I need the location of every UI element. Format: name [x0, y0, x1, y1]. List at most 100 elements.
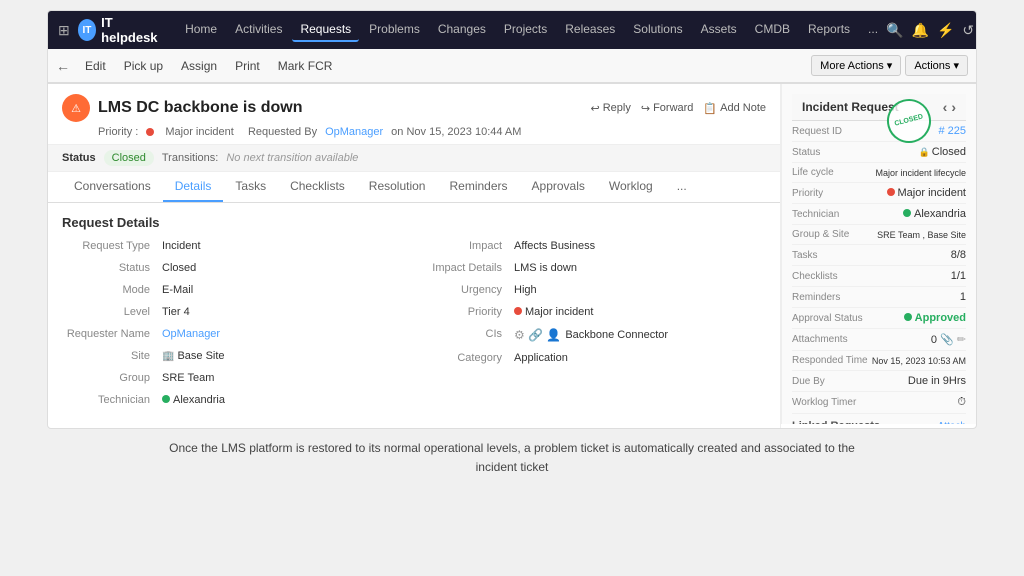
tab-resolution[interactable]: Resolution — [357, 172, 438, 202]
incident-header: ⚠ LMS DC backbone is down ↩ Reply ↪ Forw… — [48, 84, 780, 145]
detail-level: Level Tier 4 — [62, 306, 414, 318]
detail-priority: Priority Major incident — [414, 306, 766, 318]
priority-value: Major incident — [165, 126, 233, 138]
nav-more[interactable]: ... — [860, 18, 886, 42]
rp-group-site: Group & Site SRE Team , Base Site — [792, 225, 966, 245]
tab-more[interactable]: ... — [665, 172, 699, 202]
markfcr-button[interactable]: Mark FCR — [270, 56, 341, 76]
no-transition-text: No next transition available — [226, 152, 358, 164]
history-icon[interactable]: ↺ — [962, 22, 974, 39]
toolbar: ← Edit Pick up Assign Print Mark FCR Mor… — [48, 49, 976, 83]
site-icon: 🏢 — [162, 351, 174, 362]
status-bar-label: Status — [62, 152, 96, 164]
nav-cmdb[interactable]: CMDB — [747, 18, 798, 42]
assign-button[interactable]: Assign — [173, 56, 225, 76]
print-button[interactable]: Print — [227, 56, 268, 76]
detail-site: Site 🏢Base Site — [62, 350, 414, 362]
detail-technician: Technician Alexandria — [62, 394, 414, 406]
forward-button[interactable]: ↪ Forward — [641, 102, 694, 115]
logo-text: IT helpdesk — [101, 15, 161, 45]
request-details-section: Request Details Request Type Incident St… — [48, 203, 780, 428]
transitions-label: Transitions: — [162, 152, 218, 164]
pickup-button[interactable]: Pick up — [116, 56, 171, 76]
rp-reminders: Reminders 1 — [792, 287, 966, 308]
incident-title-row: ⚠ LMS DC backbone is down ↩ Reply ↪ Forw… — [62, 94, 766, 122]
bell-icon[interactable]: 🔔 — [912, 22, 929, 39]
tabs: Conversations Details Tasks Checklists R… — [48, 172, 780, 203]
status-bar: Status Closed Transitions: No next trans… — [48, 145, 780, 172]
rp-technician: Technician Alexandria — [792, 204, 966, 225]
rp-priority: Priority Major incident — [792, 183, 966, 204]
detail-urgency: Urgency High — [414, 284, 766, 296]
incident-actions: ↩ Reply ↪ Forward 📋 Add Note — [591, 102, 766, 115]
lightning-icon[interactable]: ⚡ — [937, 22, 954, 39]
details-left-col: Request Type Incident Status Closed Mode… — [62, 240, 414, 416]
rp-priority-dot — [887, 188, 895, 196]
nav-requests[interactable]: Requests — [292, 18, 359, 42]
nav-changes[interactable]: Changes — [430, 18, 494, 42]
nav-activities[interactable]: Activities — [227, 18, 290, 42]
priority-dot — [146, 128, 154, 136]
caption: Once the LMS platform is restored to its… — [162, 439, 862, 477]
back-button[interactable]: ← — [56, 58, 70, 74]
search-icon[interactable]: 🔍 — [886, 22, 903, 39]
tab-details[interactable]: Details — [163, 172, 224, 202]
detail-impact-details: Impact Details LMS is down — [414, 262, 766, 274]
priority-dot-right — [514, 307, 522, 315]
add-note-button[interactable]: 📋 Add Note — [703, 102, 766, 115]
edit-button[interactable]: Edit — [77, 56, 114, 76]
logo-icon: IT — [78, 19, 96, 41]
linked-requests-header: Linked Requests Attach — [792, 420, 966, 424]
ci-icons: ⚙ 🔗 👤 — [514, 328, 561, 342]
toolbar-right: More Actions ▾ Actions ▾ — [811, 55, 968, 76]
approved-dot — [904, 313, 912, 321]
tab-checklists[interactable]: Checklists — [278, 172, 357, 202]
nav-projects[interactable]: Projects — [496, 18, 555, 42]
reply-button[interactable]: ↩ Reply — [591, 102, 631, 115]
section-title: Request Details — [62, 215, 766, 230]
detail-requester-name: Requester Name OpManager — [62, 328, 414, 340]
rp-due-by: Due By Due in 9Hrs — [792, 371, 966, 392]
more-actions-button[interactable]: More Actions ▾ — [811, 55, 901, 76]
incident-icon: ⚠ — [62, 94, 90, 122]
nav-icons: 🔍 🔔 ⚡ ↺ 💬 🔔 ⚙ U — [886, 19, 977, 41]
tab-reminders[interactable]: Reminders — [437, 172, 519, 202]
rp-responded-time: Responded Time Nov 15, 2023 10:53 AM — [792, 351, 966, 371]
attach-button[interactable]: Attach — [938, 421, 966, 425]
actions-button[interactable]: Actions ▾ — [905, 55, 968, 76]
ir-next-button[interactable]: › — [951, 99, 956, 115]
detail-mode: Mode E-Mail — [62, 284, 414, 296]
nav-assets[interactable]: Assets — [693, 18, 745, 42]
nav-reports[interactable]: Reports — [800, 18, 858, 42]
closed-stamp-text: CLOSED — [894, 114, 924, 129]
detail-group: Group SRE Team — [62, 372, 414, 384]
grid-icon[interactable]: ⊞ — [58, 22, 70, 39]
tab-tasks[interactable]: Tasks — [223, 172, 278, 202]
tab-conversations[interactable]: Conversations — [62, 172, 163, 202]
ir-nav: ‹ › — [943, 99, 956, 115]
top-navigation: ⊞ IT IT helpdesk Home Activities Request… — [48, 11, 976, 49]
rp-tech-dot — [903, 209, 911, 217]
ir-prev-button[interactable]: ‹ — [943, 99, 948, 115]
nav-solutions[interactable]: Solutions — [625, 18, 690, 42]
rp-worklog-timer: Worklog Timer ⏱ — [792, 392, 966, 414]
nav-links: Home Activities Requests Problems Change… — [177, 18, 886, 42]
incident-meta: Priority : Major incident Requested By O… — [98, 126, 766, 138]
nav-releases[interactable]: Releases — [557, 18, 623, 42]
requester-link[interactable]: OpManager — [325, 126, 383, 138]
linked-requests-section: Linked Requests Attach Associated Proble… — [792, 420, 966, 424]
status-bar-value: Closed — [104, 150, 154, 166]
nav-problems[interactable]: Problems — [361, 18, 428, 42]
logo: IT IT helpdesk — [78, 15, 161, 45]
priority-label: Priority : — [98, 126, 138, 138]
tab-worklog[interactable]: Worklog — [597, 172, 665, 202]
right-panel: Incident Request ‹ › CLOSED Request ID #… — [781, 84, 976, 424]
rp-checklists: Checklists 1/1 — [792, 266, 966, 287]
nav-home[interactable]: Home — [177, 18, 225, 42]
detail-cis: CIs ⚙ 🔗 👤 Backbone Connector — [414, 328, 766, 342]
detail-category: Category Application — [414, 352, 766, 364]
details-grid: Request Type Incident Status Closed Mode… — [62, 240, 766, 416]
tab-approvals[interactable]: Approvals — [520, 172, 597, 202]
detail-status: Status Closed — [62, 262, 414, 274]
rp-attachments: Attachments 0 📎 ✏ — [792, 329, 966, 351]
